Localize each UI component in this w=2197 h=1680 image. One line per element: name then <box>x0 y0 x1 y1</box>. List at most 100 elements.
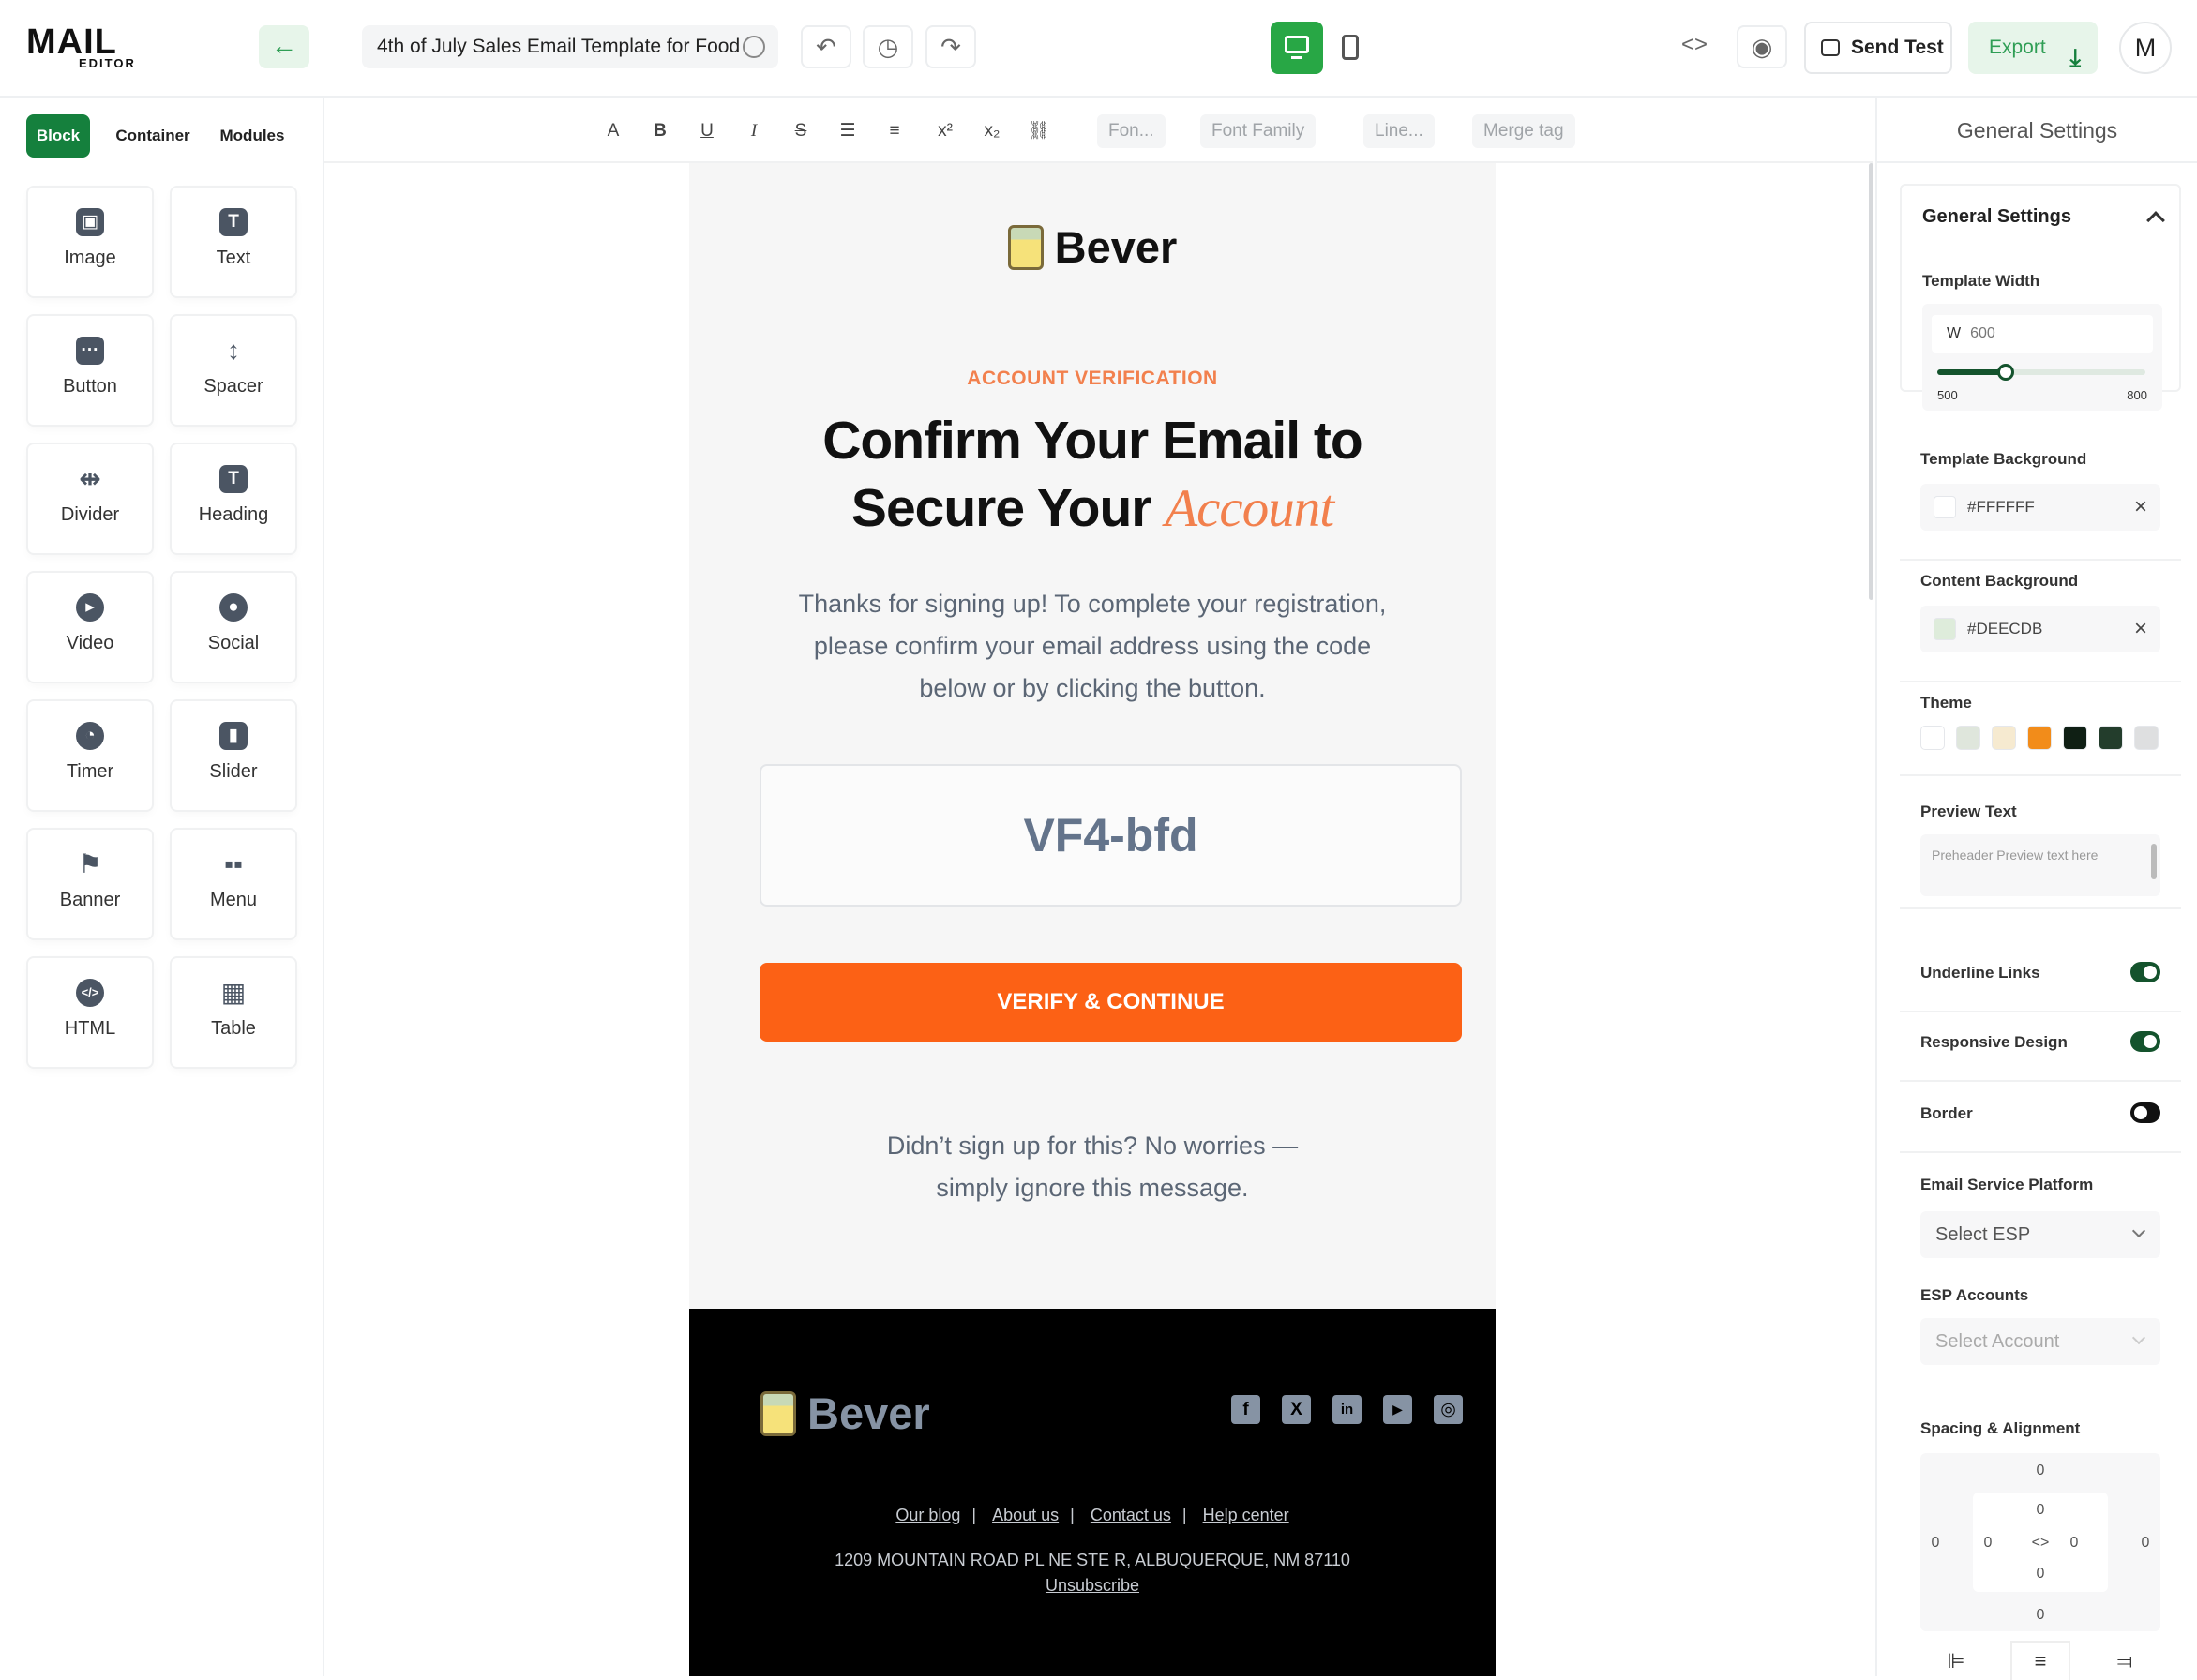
undo-icon[interactable]: ↶ <box>801 25 851 68</box>
underline-icon[interactable]: U <box>692 116 722 146</box>
width-slider-track[interactable] <box>1937 364 2145 381</box>
x-icon[interactable]: X <box>1282 1395 1311 1424</box>
theme-swatch-gray[interactable] <box>2134 726 2159 750</box>
subscript-icon[interactable]: x₂ <box>977 116 1007 146</box>
content-background-field[interactable]: #DEECDB × <box>1920 606 2160 652</box>
email-footer[interactable]: Bever f X in ▶ ◎ Our blog | About us | Con… <box>689 1309 1496 1676</box>
email-canvas[interactable]: Bever ACCOUNT VERIFICATION Confirm Your … <box>689 163 1496 1676</box>
block-social[interactable]: ● Social <box>172 573 295 682</box>
theme-swatch-black[interactable] <box>2063 726 2087 750</box>
email-brand-header[interactable]: Bever <box>689 221 1496 273</box>
font-size-select[interactable]: Fon... <box>1097 114 1166 148</box>
block-divider[interactable]: ⇹ Divider <box>28 444 152 553</box>
mobile-view-icon[interactable] <box>1329 25 1372 68</box>
padding-left-value[interactable]: 0 <box>1979 1535 1997 1552</box>
verification-code[interactable]: VF4-bfd <box>760 764 1462 907</box>
theme-swatch-orange[interactable] <box>2027 726 2052 750</box>
preview-text-input[interactable]: Preheader Preview text here <box>1920 834 2160 896</box>
italic-icon[interactable]: I <box>739 116 769 146</box>
code-view-icon[interactable]: <> <box>1669 25 1720 68</box>
email-eyebrow[interactable]: ACCOUNT VERIFICATION <box>689 368 1496 390</box>
template-background-field[interactable]: #FFFFFF × <box>1920 484 2160 531</box>
redo-icon[interactable]: ↷ <box>925 25 976 68</box>
theme-swatch-green[interactable] <box>2099 726 2123 750</box>
user-avatar[interactable]: M <box>2119 22 2172 74</box>
save-status-icon[interactable] <box>743 36 765 58</box>
email-footnote[interactable]: Didn’t sign up for this? No worries — si… <box>849 1125 1336 1209</box>
footer-link-contact[interactable]: Contact us <box>1091 1506 1171 1524</box>
tab-block[interactable]: Block <box>26 114 90 158</box>
block-slider[interactable]: ▮ Slider <box>172 701 295 810</box>
esp-accounts-select[interactable]: Select Account <box>1920 1318 2160 1365</box>
block-html[interactable]: </> HTML <box>28 958 152 1067</box>
theme-swatch-white[interactable] <box>1920 726 1945 750</box>
bold-icon[interactable]: B <box>645 116 675 146</box>
merge-tag-select[interactable]: Merge tag <box>1472 114 1575 148</box>
bullet-list-icon[interactable]: ☰ <box>833 116 863 146</box>
block-text[interactable]: T Text <box>172 188 295 296</box>
youtube-icon[interactable]: ▶ <box>1383 1395 1412 1424</box>
email-headline[interactable]: Confirm Your Email to Secure Your Accoun… <box>689 407 1496 543</box>
theme-swatch-sage[interactable] <box>1956 726 1980 750</box>
app-logo[interactable]: MAIL EDITOR <box>26 24 148 70</box>
esp-select[interactable]: Select ESP <box>1920 1211 2160 1258</box>
block-heading[interactable]: T Heading <box>172 444 295 553</box>
font-family-select[interactable]: Font Family <box>1200 114 1317 148</box>
block-timer[interactable]: ◔ Timer <box>28 701 152 810</box>
width-slider-knob[interactable] <box>1997 364 2015 381</box>
align-left-icon[interactable]: ⊫ <box>1928 1642 1984 1680</box>
tab-modules[interactable]: Modules <box>210 114 294 158</box>
template-title-input[interactable]: 4th of July Sales Email Template for Foo… <box>362 25 778 68</box>
block-video[interactable]: ▸ Video <box>28 573 152 682</box>
block-banner[interactable]: ⚑ Banner <box>28 830 152 938</box>
block-table[interactable]: ▦ Table <box>172 958 295 1067</box>
send-test-button[interactable]: Send Test <box>1804 22 1952 74</box>
template-bg-swatch[interactable] <box>1934 496 1956 518</box>
link-icon[interactable]: ⛓ <box>1024 116 1054 146</box>
preview-scrollbar[interactable] <box>2151 844 2157 879</box>
numbered-list-icon[interactable]: ≡ <box>880 116 910 146</box>
footer-link-help[interactable]: Help center <box>1203 1506 1289 1524</box>
linkedin-icon[interactable]: in <box>1332 1395 1362 1424</box>
block-button[interactable]: ··· Button <box>28 316 152 425</box>
line-height-select[interactable]: Line... <box>1363 114 1435 148</box>
underline-links-toggle[interactable] <box>2130 962 2160 982</box>
canvas-scrollbar[interactable] <box>1869 163 1873 600</box>
tab-container[interactable]: Container <box>105 114 201 158</box>
theme-swatch-cream[interactable] <box>1992 726 2016 750</box>
text-color-icon[interactable]: A <box>598 116 628 146</box>
responsive-design-toggle[interactable] <box>2130 1031 2160 1052</box>
padding-bottom-value[interactable]: 0 <box>2031 1566 2050 1582</box>
clear-icon[interactable]: × <box>2134 606 2147 652</box>
content-bg-swatch[interactable] <box>1934 618 1956 640</box>
margin-top-value[interactable]: 0 <box>2031 1462 2050 1479</box>
instagram-icon[interactable]: ◎ <box>1434 1395 1463 1424</box>
align-right-icon[interactable]: ⫤ <box>2097 1642 2153 1680</box>
collapse-chevron-icon[interactable] <box>2146 211 2165 230</box>
back-arrow-icon[interactable]: ← <box>259 25 309 68</box>
email-body-text[interactable]: Thanks for signing up! To complete your … <box>778 583 1407 710</box>
preview-eye-icon[interactable]: ◉ <box>1737 25 1787 68</box>
facebook-icon[interactable]: f <box>1231 1395 1260 1424</box>
footer-link-blog[interactable]: Our blog <box>895 1506 960 1524</box>
margin-right-value[interactable]: 0 <box>2136 1535 2155 1552</box>
clear-icon[interactable]: × <box>2134 484 2147 531</box>
unsubscribe-link[interactable]: Unsubscribe <box>689 1576 1496 1596</box>
template-width-input[interactable]: W 600 <box>1932 315 2153 352</box>
border-toggle[interactable] <box>2130 1102 2160 1123</box>
align-center-icon[interactable]: ≡ <box>2012 1642 2069 1680</box>
block-spacer[interactable]: ↕ Spacer <box>172 316 295 425</box>
superscript-icon[interactable]: x² <box>930 116 960 146</box>
export-button[interactable]: Export ⤓ <box>1968 22 2098 74</box>
margin-bottom-value[interactable]: 0 <box>2031 1607 2050 1624</box>
block-image[interactable]: ▣ Image <box>28 188 152 296</box>
margin-left-value[interactable]: 0 <box>1926 1535 1945 1552</box>
history-icon[interactable]: ◷ <box>863 25 913 68</box>
verify-continue-button[interactable]: VERIFY & CONTINUE <box>760 963 1462 1042</box>
footer-link-about[interactable]: About us <box>992 1506 1059 1524</box>
block-menu[interactable]: ▪▪ Menu <box>172 830 295 938</box>
strikethrough-icon[interactable]: S <box>786 116 816 146</box>
link-spacing-icon[interactable]: <> <box>2031 1535 2050 1552</box>
padding-right-value[interactable]: 0 <box>2065 1535 2084 1552</box>
desktop-view-icon[interactable] <box>1271 22 1323 74</box>
